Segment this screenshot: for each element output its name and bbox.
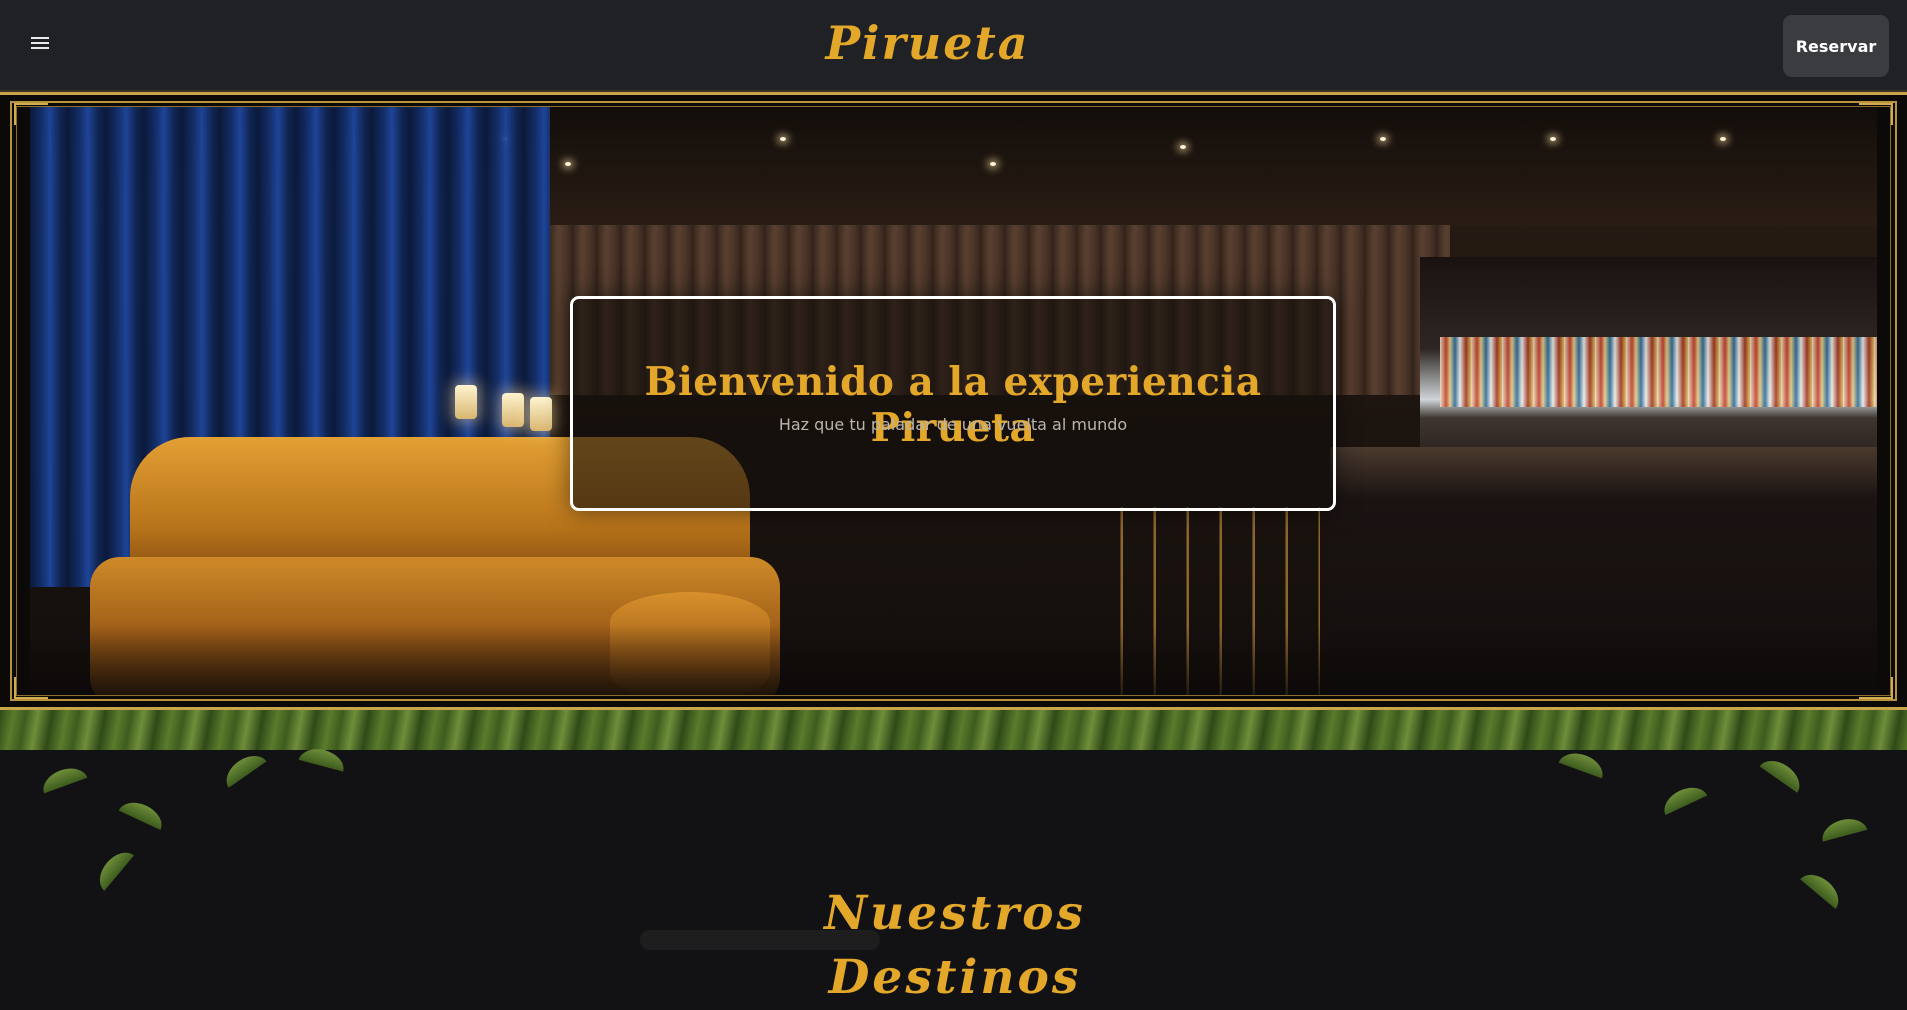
candle <box>530 397 552 431</box>
ceiling-light <box>1380 137 1386 141</box>
ceiling-light <box>565 162 571 166</box>
leaf-decoration <box>219 748 267 788</box>
bar-bottles <box>1440 337 1877 407</box>
leaf-decoration <box>1658 781 1708 815</box>
ceiling-light <box>1180 145 1186 149</box>
reserve-button[interactable]: Reservar <box>1783 15 1889 77</box>
leaves-border <box>0 710 1907 750</box>
ceiling-light <box>1550 137 1556 141</box>
candle <box>455 385 477 419</box>
leaf-decoration <box>118 796 168 830</box>
ceiling-light <box>1720 137 1726 141</box>
leaf-decoration <box>1800 867 1846 909</box>
hero-floor <box>30 625 1877 695</box>
destinations-title: Nuestros Destinos <box>824 886 1086 1005</box>
candle <box>502 393 524 427</box>
welcome-subtitle: Haz que tu paladar de una vuelta al mund… <box>778 415 1128 434</box>
ceiling-light <box>780 137 786 141</box>
top-navbar: Pirueta Reservar <box>0 0 1907 92</box>
leaf-decoration <box>1759 753 1807 793</box>
destinations-section: Nuestros Destinos <box>0 710 1907 1005</box>
leaf-decoration <box>38 762 88 794</box>
ceiling-light <box>990 162 996 166</box>
leaf-decoration <box>1818 814 1868 842</box>
hamburger-menu-icon[interactable] <box>26 34 54 58</box>
leaf-decoration <box>1558 747 1608 779</box>
brand-logo[interactable]: Pirueta <box>820 8 1035 78</box>
welcome-card: Bienvenido a la experiencia Pirueta Haz … <box>570 296 1336 511</box>
welcome-title: Bienvenido a la experiencia Pirueta <box>644 359 1262 451</box>
leaf-decoration <box>92 845 134 891</box>
